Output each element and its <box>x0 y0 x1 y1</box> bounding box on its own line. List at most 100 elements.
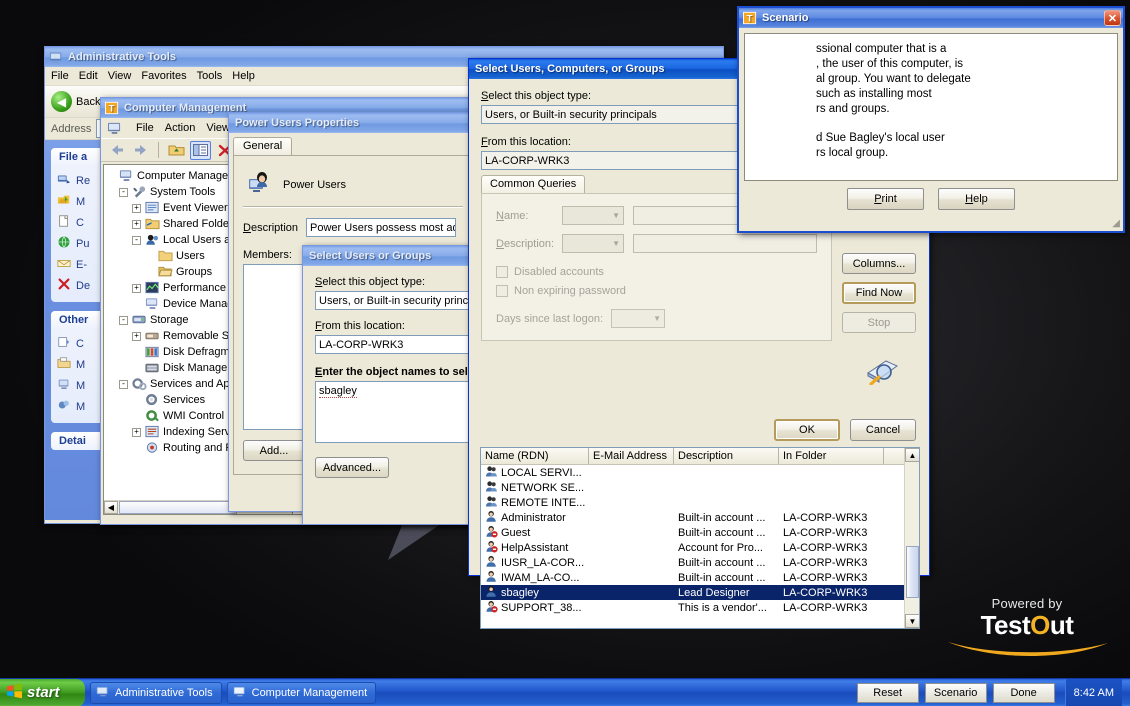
add-member-button[interactable]: Add... <box>243 440 305 461</box>
table-row[interactable]: LOCAL SERVI... <box>481 465 919 480</box>
table-row[interactable]: IWAM_LA-CO... Built-in account ... LA-CORP… <box>481 570 919 585</box>
power-users-tabstrip[interactable]: General <box>229 133 477 155</box>
scenario-button[interactable]: Scenario <box>924 682 987 703</box>
description-label: Description <box>243 221 299 234</box>
collapse-toggle-icon[interactable]: - <box>132 235 141 245</box>
ok-button[interactable]: OK <box>774 419 840 441</box>
non-expiring-password-checkbox[interactable] <box>496 285 508 297</box>
table-row[interactable]: IUSR_LA-COR... Built-in account ... LA-COR… <box>481 555 919 570</box>
menu-action[interactable]: Action <box>165 122 196 134</box>
scenario-window[interactable]: T Scenario ✕ ssional computer that is a … <box>737 6 1125 233</box>
listview-column-header[interactable]: Name (RDN) <box>481 448 589 464</box>
expand-toggle-icon[interactable]: + <box>132 427 141 437</box>
removable-storage-icon <box>144 329 160 344</box>
resize-grip-icon[interactable]: ◢ <box>1112 218 1120 229</box>
done-button[interactable]: Done <box>992 682 1055 703</box>
row-folder-cell: LA-CORP-WRK3 <box>783 511 868 524</box>
expand-toggle-icon[interactable]: + <box>132 219 141 229</box>
back-arrow-icon[interactable] <box>106 141 127 160</box>
tree-node-label: Event Viewer <box>163 202 228 214</box>
clock[interactable]: 8:42 AM <box>1064 678 1122 706</box>
power-users-titlebar[interactable]: Power Users Properties <box>229 113 477 133</box>
description-input[interactable]: Power Users possess most admi <box>306 218 457 237</box>
description-value-input[interactable] <box>633 234 817 253</box>
chevron-down-icon: ▼ <box>653 314 661 323</box>
collapse-toggle-icon[interactable]: - <box>119 379 128 389</box>
back-button[interactable]: ◀ Back <box>51 91 100 112</box>
stop-button[interactable]: Stop <box>842 312 916 333</box>
listview-rows[interactable]: LOCAL SERVI... NETWORK SE... REMOTE INTE..… <box>481 465 919 615</box>
row-name: SUPPORT_38... <box>501 601 582 614</box>
menu-help[interactable]: Help <box>232 70 255 82</box>
row-name-cell: IUSR_LA-COR... <box>481 555 589 571</box>
table-row[interactable]: Guest Built-in account ... LA-CORP-WRK3 <box>481 525 919 540</box>
side-item-label: Pu <box>76 237 90 250</box>
scroll-down-arrow-icon[interactable]: ▼ <box>905 614 919 628</box>
columns-button[interactable]: Columns... <box>842 253 916 274</box>
scenario-titlebar[interactable]: T Scenario ✕ <box>739 8 1123 28</box>
collapse-toggle-icon[interactable]: - <box>119 187 128 197</box>
table-row[interactable]: Administrator Built-in account ... LA-CORP… <box>481 510 919 525</box>
description-operator-dropdown[interactable]: ▼ <box>562 234 624 253</box>
group-icon <box>247 171 273 198</box>
tree-node-label: Users <box>176 250 205 262</box>
table-row[interactable]: sbagley Lead Designer LA-CORP-WRK3 <box>481 585 919 600</box>
taskbar-item-computer-management[interactable]: Computer Management <box>226 681 377 704</box>
menu-favorites[interactable]: Favorites <box>141 70 186 82</box>
table-row[interactable]: REMOTE INTE... <box>481 495 919 510</box>
menu-file[interactable]: File <box>136 122 154 134</box>
scroll-thumb[interactable] <box>119 501 237 514</box>
row-name: HelpAssistant <box>501 541 569 554</box>
start-button[interactable]: start <box>0 678 85 706</box>
menu-view[interactable]: View <box>206 122 230 134</box>
close-icon[interactable]: ✕ <box>1104 10 1121 26</box>
menu-file[interactable]: File <box>51 70 69 82</box>
menu-edit[interactable]: Edit <box>79 70 98 82</box>
taskbar-item-administrative-tools[interactable]: Administrative Tools <box>90 681 222 704</box>
listview-column-header[interactable]: In Folder <box>779 448 884 464</box>
row-name: Guest <box>501 526 531 539</box>
taskbar[interactable]: start Administrative Tools Computer Mana… <box>0 678 1130 706</box>
tab-common-queries[interactable]: Common Queries <box>481 175 586 193</box>
cancel-button[interactable]: Cancel <box>850 419 916 441</box>
days-since-last-logon-dropdown[interactable]: ▼ <box>611 309 665 328</box>
disk-defrag-icon <box>144 345 160 360</box>
computer-mgmt-icon <box>233 685 247 701</box>
rename-icon <box>57 172 71 189</box>
disabled-accounts-checkbox[interactable] <box>496 266 508 278</box>
collapse-toggle-icon[interactable]: - <box>119 315 128 325</box>
expand-toggle-icon[interactable]: + <box>132 331 141 341</box>
results-vertical-scrollbar[interactable]: ▲ ▼ <box>904 448 919 628</box>
menu-tools[interactable]: Tools <box>197 70 223 82</box>
show-hide-tree-icon[interactable] <box>190 140 211 160</box>
advanced-button[interactable]: Advanced... <box>315 457 389 478</box>
table-row[interactable]: SUPPORT_38... This is a vendor'... LA-CORP… <box>481 600 919 615</box>
row-name: NETWORK SE... <box>501 481 585 494</box>
table-row[interactable]: HelpAssistant Account for Pro... LA-CORP-W… <box>481 540 919 555</box>
print-button[interactable]: Print <box>847 188 924 210</box>
sel-ucg-button-row: OK Cancel <box>774 419 916 441</box>
expand-toggle-icon[interactable]: + <box>132 283 141 293</box>
table-row[interactable]: NETWORK SE... <box>481 480 919 495</box>
listview-header[interactable]: Name (RDN) E-Mail Address Description In Fo… <box>481 448 919 465</box>
find-now-button[interactable]: Find Now <box>842 282 916 304</box>
scroll-left-arrow-icon[interactable]: ◀ <box>104 501 118 514</box>
scenario-help-button[interactable]: Help <box>938 188 1015 210</box>
forward-arrow-icon[interactable] <box>130 141 151 160</box>
name-operator-dropdown[interactable]: ▼ <box>562 206 624 225</box>
search-results-listview[interactable]: Name (RDN) E-Mail Address Description In Fo… <box>480 447 920 629</box>
tab-general[interactable]: General <box>233 137 293 155</box>
scroll-up-arrow-icon[interactable]: ▲ <box>905 448 919 462</box>
reset-button[interactable]: Reset <box>856 682 919 703</box>
up-folder-icon[interactable] <box>166 141 187 160</box>
menu-view[interactable]: View <box>108 70 132 82</box>
scroll-thumb[interactable] <box>906 546 919 598</box>
shared-folders-icon <box>144 217 160 232</box>
side-item-label: M <box>76 400 86 413</box>
listview-column-header[interactable]: E-Mail Address <box>589 448 674 464</box>
expand-toggle-icon[interactable]: + <box>132 203 141 213</box>
user-disabled-icon <box>485 600 498 616</box>
listview-column-header[interactable]: Description <box>674 448 779 464</box>
admin-tools-icon <box>96 685 110 701</box>
description-value: Power Users possess most admi <box>310 221 457 234</box>
